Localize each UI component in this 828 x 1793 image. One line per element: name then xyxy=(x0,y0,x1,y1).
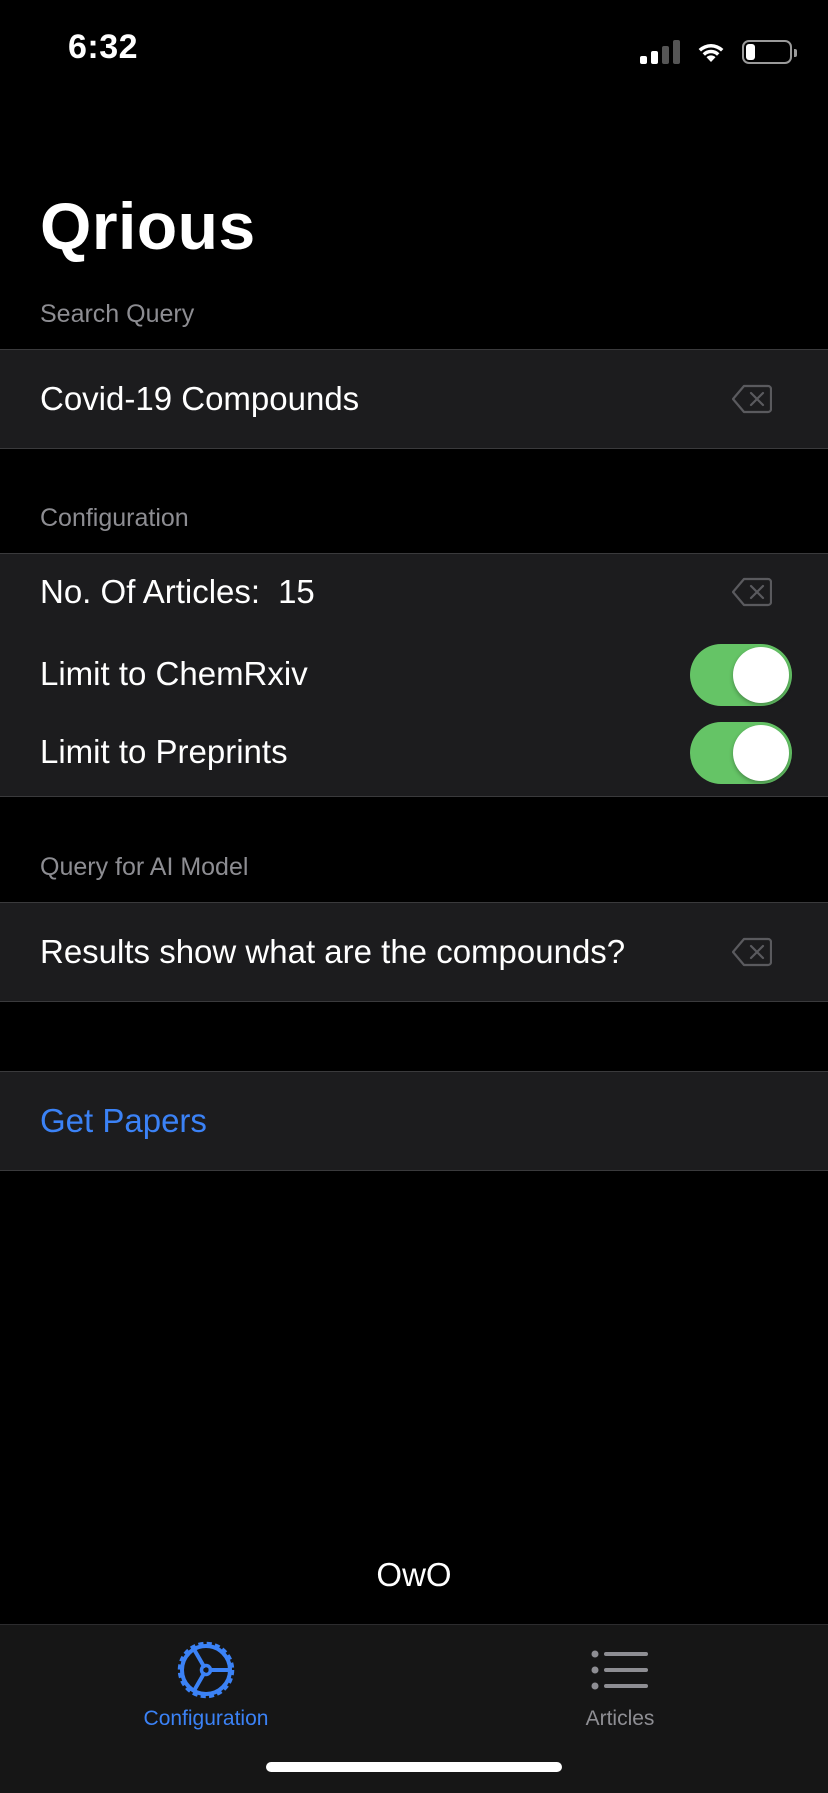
ai-query-header: Query for AI Model xyxy=(40,853,249,881)
preprints-label: Limit to Preprints xyxy=(40,733,288,770)
list-icon xyxy=(591,1650,648,1690)
search-query-header: Search Query xyxy=(40,300,195,328)
clear-articles-icon[interactable] xyxy=(732,577,772,607)
ai-query-field[interactable]: Results show what are the compounds? xyxy=(40,903,792,1001)
configuration-group: No. Of Articles: 15 Limit to ChemRxiv Li… xyxy=(0,553,828,797)
status-time: 6:32 xyxy=(68,28,139,66)
preprints-row: Limit to Preprints xyxy=(40,714,792,790)
ai-query-value[interactable]: Results show what are the compounds? xyxy=(40,933,625,971)
gear-icon xyxy=(177,1641,235,1699)
footer-text: OwO xyxy=(376,1556,452,1593)
configuration-header: Configuration xyxy=(40,504,189,532)
home-indicator xyxy=(266,1762,562,1772)
tab-articles-label: Articles xyxy=(585,1707,655,1730)
search-query-value[interactable]: Covid-19 Compounds xyxy=(40,380,359,418)
tab-configuration[interactable]: Configuration xyxy=(106,1637,306,1731)
chemrxiv-label: Limit to ChemRxiv xyxy=(40,655,308,692)
ai-query-group: Results show what are the compounds? xyxy=(0,902,828,1002)
status-icons xyxy=(640,36,797,64)
status-bar: 6:32 xyxy=(0,0,828,100)
search-query-group: Covid-19 Compounds xyxy=(0,349,828,449)
search-query-field[interactable]: Covid-19 Compounds xyxy=(40,350,792,448)
battery-icon xyxy=(742,40,797,64)
cellular-signal-icon xyxy=(640,40,680,64)
chemrxiv-row: Limit to ChemRxiv xyxy=(40,636,792,712)
clear-search-icon[interactable] xyxy=(732,384,772,414)
preprints-toggle-knob xyxy=(733,725,789,781)
articles-count-row[interactable]: No. Of Articles: 15 xyxy=(40,554,792,630)
get-papers-button[interactable]: Get Papers xyxy=(40,1072,792,1170)
clear-ai-query-icon[interactable] xyxy=(732,937,772,967)
page-title: Qrious xyxy=(40,189,256,263)
get-papers-group: Get Papers xyxy=(0,1071,828,1171)
preprints-toggle[interactable] xyxy=(690,722,792,784)
wifi-icon xyxy=(698,44,724,62)
tab-articles[interactable]: Articles xyxy=(520,1637,720,1731)
tab-configuration-label: Configuration xyxy=(143,1707,269,1730)
articles-count-label: No. Of Articles: xyxy=(40,573,261,610)
chemrxiv-toggle[interactable] xyxy=(690,644,792,706)
articles-count-value[interactable]: 15 xyxy=(278,573,315,611)
chemrxiv-toggle-knob xyxy=(733,647,789,703)
